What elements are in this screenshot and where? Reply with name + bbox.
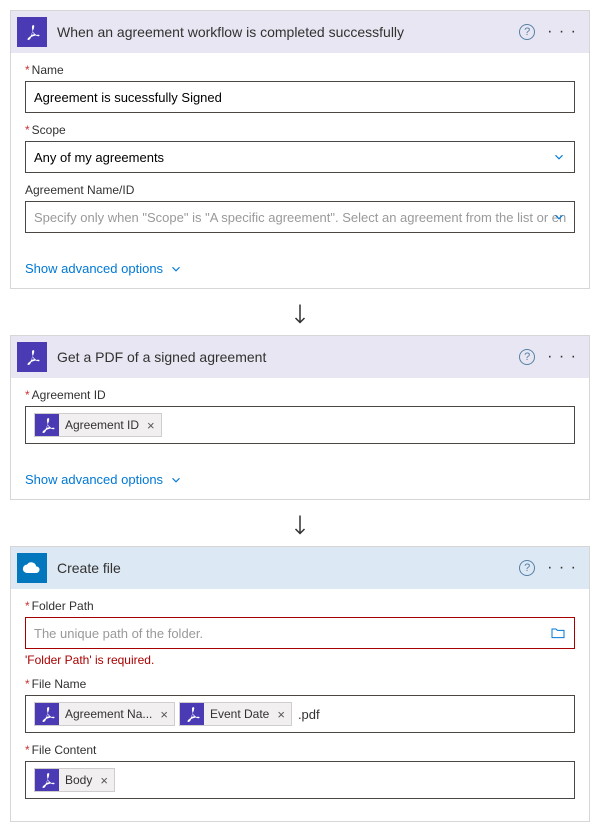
token-label: Body: [59, 773, 98, 787]
field-label: Agreement ID: [25, 388, 575, 402]
field-error: 'Folder Path' is required.: [25, 653, 575, 667]
token-input[interactable]: Agreement Na...×Event Date×.pdf: [25, 695, 575, 733]
select-value[interactable]: [34, 150, 566, 165]
card-title: Create file: [57, 560, 509, 576]
more-menu-icon[interactable]: · · ·: [545, 559, 579, 577]
adobe-sign-icon: [35, 768, 59, 792]
workflow-card: Create file? · · · Folder Path 'Folder Path…: [10, 546, 590, 822]
dynamic-content-token[interactable]: Agreement ID×: [34, 413, 162, 437]
show-advanced-options[interactable]: Show advanced options: [11, 466, 197, 499]
field-label: Agreement Name/ID: [25, 183, 575, 197]
field: Scope: [25, 123, 575, 173]
field: Folder Path 'Folder Path' is required.: [25, 599, 575, 667]
token-remove-icon[interactable]: ×: [158, 707, 174, 722]
help-icon[interactable]: ?: [519, 24, 535, 40]
token-remove-icon[interactable]: ×: [145, 418, 161, 433]
dynamic-content-token[interactable]: Agreement Na...×: [34, 702, 175, 726]
workflow-card: When an agreement workflow is completed …: [10, 10, 590, 289]
field-label: Name: [25, 63, 575, 77]
onedrive-icon: [17, 553, 47, 583]
adobe-sign-icon: [180, 702, 204, 726]
token-label: Agreement ID: [59, 418, 145, 432]
folder-input[interactable]: [25, 617, 575, 649]
card-body: Folder Path 'Folder Path' is required. Fil…: [11, 589, 589, 821]
more-menu-icon[interactable]: · · ·: [545, 23, 579, 41]
adobe-sign-icon: [35, 702, 59, 726]
card-title: When an agreement workflow is completed …: [57, 24, 509, 40]
token-suffix-text: .pdf: [296, 707, 320, 722]
field-label: Scope: [25, 123, 575, 137]
text-input-inner[interactable]: [34, 90, 566, 105]
chevron-down-icon: [169, 473, 183, 487]
select-value[interactable]: [34, 210, 566, 225]
token-label: Event Date: [204, 707, 275, 721]
field: Agreement Name/ID: [25, 183, 575, 233]
token-input[interactable]: Agreement ID×: [25, 406, 575, 444]
field-label: Folder Path: [25, 599, 575, 613]
flow-arrow-icon: [10, 295, 590, 335]
folder-picker-icon[interactable]: [550, 625, 566, 641]
adobe-sign-icon: [35, 413, 59, 437]
card-body: Name Scope Agreement Name/ID: [11, 53, 589, 255]
token-remove-icon[interactable]: ×: [98, 773, 114, 788]
advanced-label: Show advanced options: [25, 472, 163, 487]
help-icon[interactable]: ?: [519, 560, 535, 576]
adobe-sign-icon: [17, 17, 47, 47]
field: Agreement IDAgreement ID×: [25, 388, 575, 444]
field-label: File Content: [25, 743, 575, 757]
help-icon[interactable]: ?: [519, 349, 535, 365]
card-header[interactable]: Get a PDF of a signed agreement? · · ·: [11, 336, 589, 378]
field-label: File Name: [25, 677, 575, 691]
field: File NameAgreement Na...×Event Date×.pdf: [25, 677, 575, 733]
adobe-sign-icon: [17, 342, 47, 372]
card-body: Agreement IDAgreement ID×: [11, 378, 589, 466]
card-header[interactable]: Create file? · · ·: [11, 547, 589, 589]
field: Name: [25, 63, 575, 113]
chevron-down-icon: [169, 262, 183, 276]
card-header[interactable]: When an agreement workflow is completed …: [11, 11, 589, 53]
text-input[interactable]: [25, 81, 575, 113]
dynamic-content-token[interactable]: Body×: [34, 768, 115, 792]
workflow-card: Get a PDF of a signed agreement? · · · Agr…: [10, 335, 590, 500]
token-label: Agreement Na...: [59, 707, 158, 721]
token-remove-icon[interactable]: ×: [275, 707, 291, 722]
dynamic-content-token[interactable]: Event Date×: [179, 702, 292, 726]
select-input[interactable]: [25, 141, 575, 173]
advanced-label: Show advanced options: [25, 261, 163, 276]
more-menu-icon[interactable]: · · ·: [545, 348, 579, 366]
select-input[interactable]: [25, 201, 575, 233]
show-advanced-options[interactable]: Show advanced options: [11, 255, 197, 288]
flow-arrow-icon: [10, 506, 590, 546]
field: File Content Body×: [25, 743, 575, 799]
card-title: Get a PDF of a signed agreement: [57, 349, 509, 365]
folder-value[interactable]: [34, 626, 566, 641]
